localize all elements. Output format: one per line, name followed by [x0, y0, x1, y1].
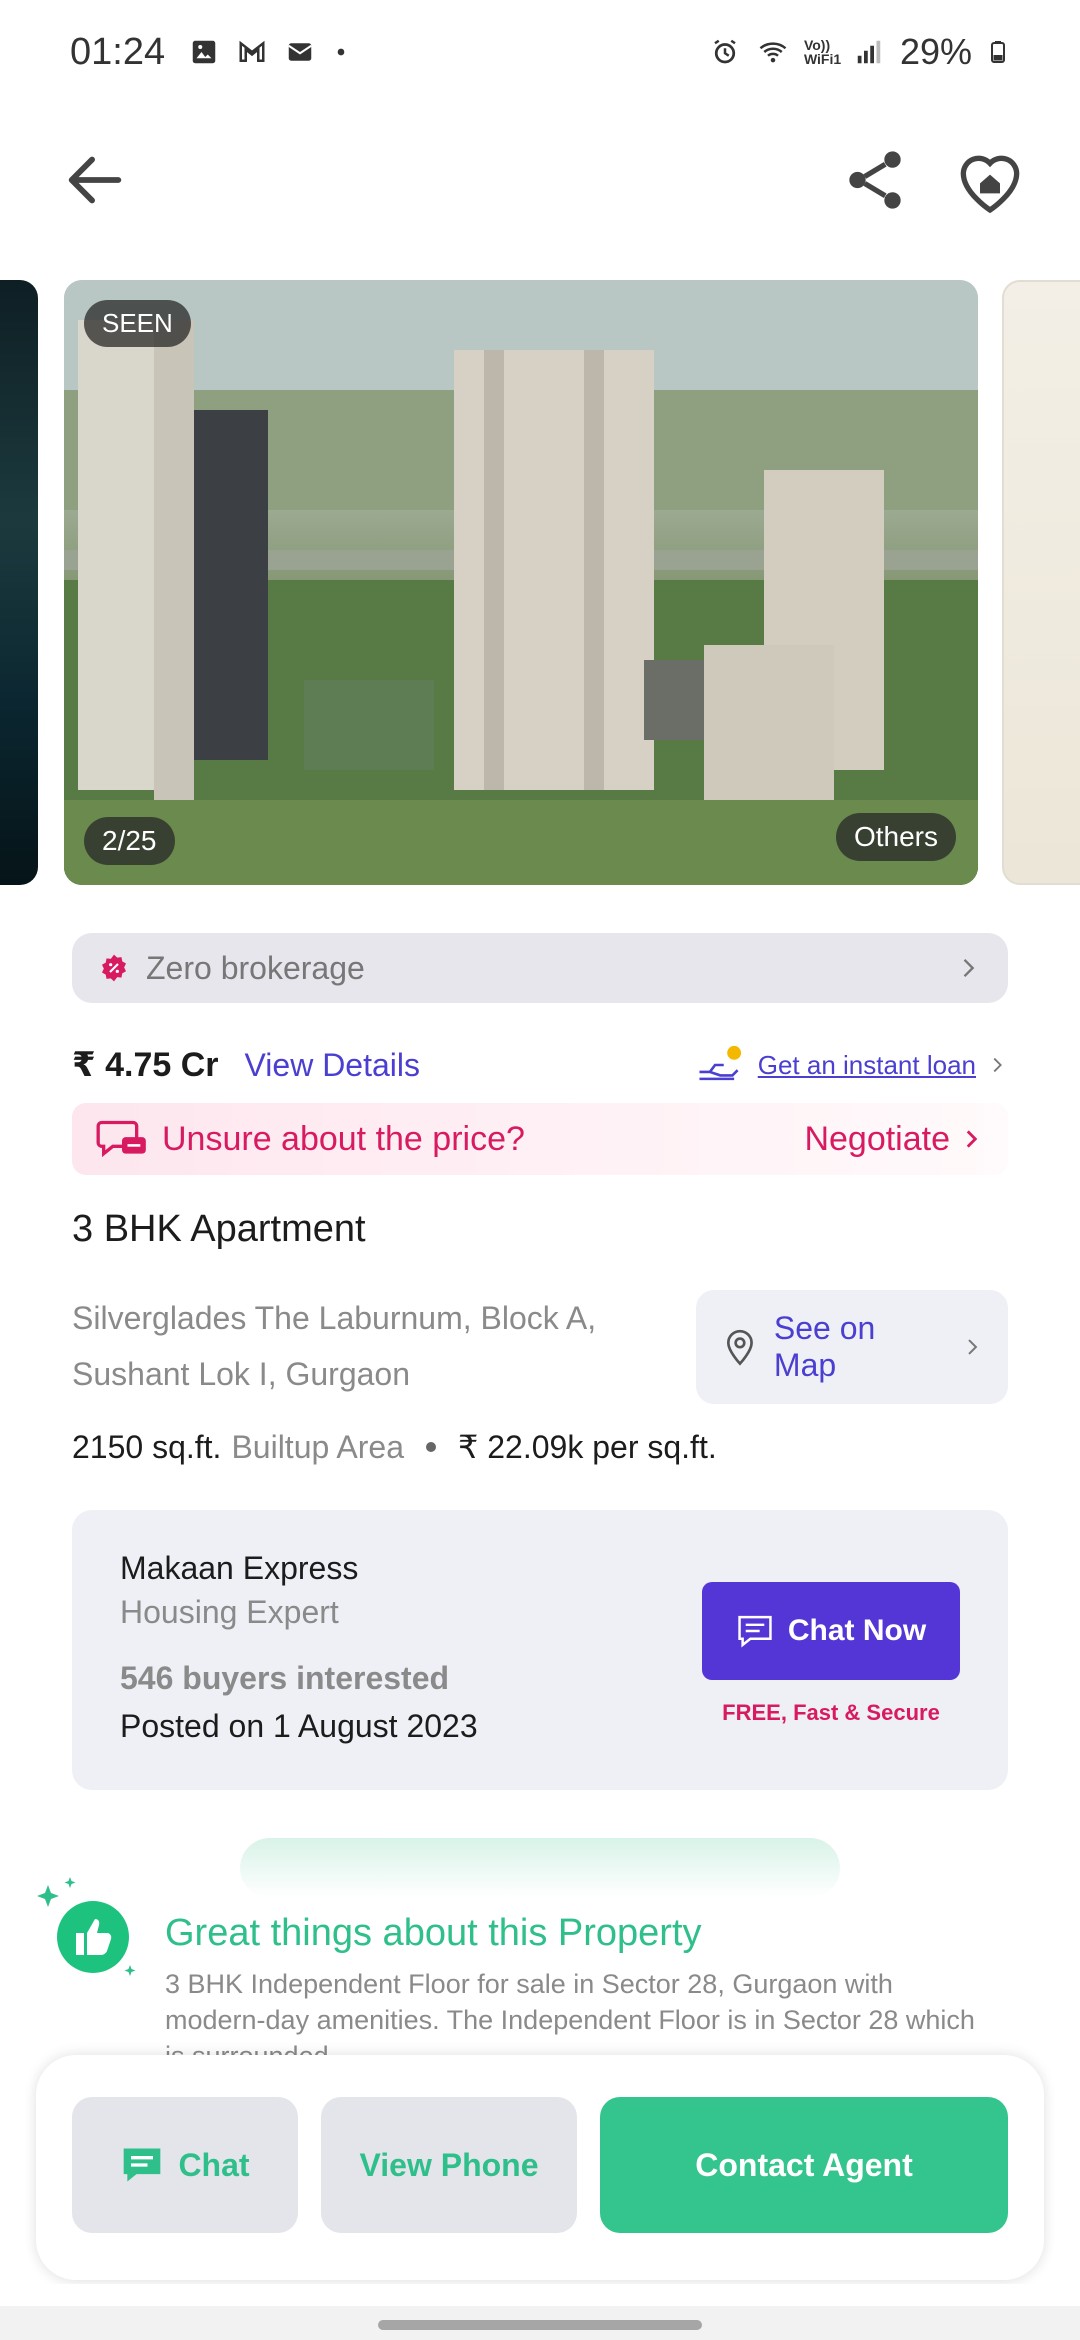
- back-arrow-icon[interactable]: [60, 145, 130, 215]
- loan-link-text[interactable]: Get an instant loan: [758, 1050, 976, 1081]
- gmail-icon: [239, 40, 265, 62]
- address-line-2: Sushant Lok I, Gurgaon: [72, 1356, 410, 1392]
- chat-now-button[interactable]: Chat Now: [702, 1582, 960, 1680]
- see-on-map-button[interactable]: See on Map: [696, 1290, 1008, 1404]
- area-row: 2150 sq.ft. Builtup Area ₹ 22.09k per sq…: [72, 1428, 717, 1466]
- wifi-icon: [759, 42, 787, 63]
- battery-level: 29%: [899, 31, 972, 72]
- system-nav-bar: [0, 2306, 1080, 2340]
- negotiate-label: Negotiate: [804, 1119, 950, 1158]
- battery-icon: [991, 41, 1005, 63]
- view-phone-button[interactable]: View Phone: [321, 2097, 577, 2233]
- photo-category: Others: [835, 813, 956, 861]
- price-row: ₹ 4.75 Cr View Details Get an instant lo…: [72, 1040, 1008, 1090]
- view-phone-label: View Phone: [359, 2146, 539, 2183]
- contact-agent-button[interactable]: Contact Agent: [600, 2097, 1008, 2233]
- price-amount: ₹ 4.75 Cr: [72, 1046, 219, 1084]
- property-photo[interactable]: SEEN 2/25 Others: [64, 280, 978, 885]
- seen-badge: SEEN: [84, 300, 191, 347]
- chat-button-label: Chat: [178, 2146, 250, 2183]
- highlights-title: Great things about this Property: [165, 1912, 702, 1954]
- chevron-right-icon: [968, 1339, 978, 1355]
- contact-agent-label: Contact Agent: [695, 2146, 913, 2183]
- photo-gallery[interactable]: SEEN 2/25 Others: [0, 280, 1080, 885]
- gesture-handle[interactable]: [378, 2320, 702, 2330]
- zero-brokerage-icon: [102, 954, 126, 982]
- address-line-1: Silverglades The Laburnum, Block A,: [72, 1300, 597, 1336]
- see-on-map-label: See on Map: [773, 1310, 876, 1383]
- chat-price-icon: [96, 1120, 146, 1158]
- negotiate-banner[interactable]: Unsure about the price? Negotiate: [72, 1103, 1008, 1175]
- property-address: Silverglades The Laburnum, Block A, Sush…: [72, 1290, 692, 1402]
- separator-dot: [426, 1442, 436, 1452]
- buyers-interested: 546 buyers interested: [120, 1660, 450, 1696]
- location-pin-icon: [726, 1329, 753, 1366]
- image-icon: [192, 40, 216, 64]
- chevron-right-icon: [963, 959, 975, 977]
- dot-icon: [337, 48, 345, 56]
- view-details-link[interactable]: View Details: [245, 1047, 420, 1084]
- heart-home-icon[interactable]: [950, 140, 1030, 220]
- property-photo-image: [64, 280, 978, 885]
- zero-brokerage-banner[interactable]: Zero brokerage: [72, 933, 1008, 1003]
- previous-photo[interactable]: [0, 280, 38, 885]
- chevron-right-icon: [993, 1057, 1002, 1073]
- mail-icon: [288, 43, 312, 61]
- next-photo[interactable]: [1002, 280, 1080, 885]
- agent-name: Makaan Express: [120, 1550, 359, 1586]
- free-fast-secure: FREE, Fast & Secure: [722, 1700, 940, 1725]
- alarm-icon: [714, 39, 736, 64]
- instant-loan-link[interactable]: Get an instant loan: [696, 1044, 1008, 1086]
- status-time: 01:24: [70, 30, 166, 73]
- property-title: 3 BHK Apartment: [72, 1208, 366, 1250]
- price-per-sqft: ₹ 22.09k per sq.ft.: [458, 1429, 717, 1465]
- chat-icon: [738, 1615, 772, 1648]
- posted-date: Posted on 1 August 2023: [120, 1708, 478, 1744]
- chat-button[interactable]: Chat: [72, 2097, 298, 2233]
- agent-role: Housing Expert: [120, 1594, 339, 1630]
- loan-hand-icon: [699, 1045, 741, 1081]
- chat-bubble-icon: [124, 2148, 161, 2182]
- area-value: 2150 sq.ft.: [72, 1428, 222, 1465]
- negotiate-question: Unsure about the price?: [162, 1119, 525, 1158]
- notification-icons: [187, 37, 351, 67]
- chat-now-label: Chat Now: [787, 1614, 927, 1647]
- chevron-right-icon: [966, 1130, 978, 1148]
- highlights-description: 3 BHK Independent Floor for sale in Sect…: [165, 1969, 975, 2062]
- negotiate-button[interactable]: Negotiate: [804, 1120, 984, 1159]
- photo-counter: 2/25: [84, 817, 175, 865]
- status-bar: 01:24 Vo)) WiFi1 29%: [0, 0, 1080, 104]
- vowifi-icon: Vo)) WiFi1: [803, 37, 842, 67]
- system-status: Vo)) WiFi1 29%: [708, 31, 1010, 73]
- share-icon[interactable]: [840, 145, 910, 215]
- section-glow: [240, 1838, 840, 1898]
- bottom-peek-strip: [0, 2284, 1080, 2306]
- agent-card: Makaan Express Housing Expert 546 buyers…: [72, 1510, 1008, 1790]
- area-type: Builtup Area: [231, 1428, 404, 1465]
- app-bar: [0, 130, 1080, 225]
- zero-brokerage-label: Zero brokerage: [146, 949, 365, 986]
- thumbs-up-icon: [37, 1877, 136, 1976]
- bottom-action-bar: Chat View Phone Contact Agent: [36, 2055, 1044, 2280]
- signal-icon: [857, 40, 881, 64]
